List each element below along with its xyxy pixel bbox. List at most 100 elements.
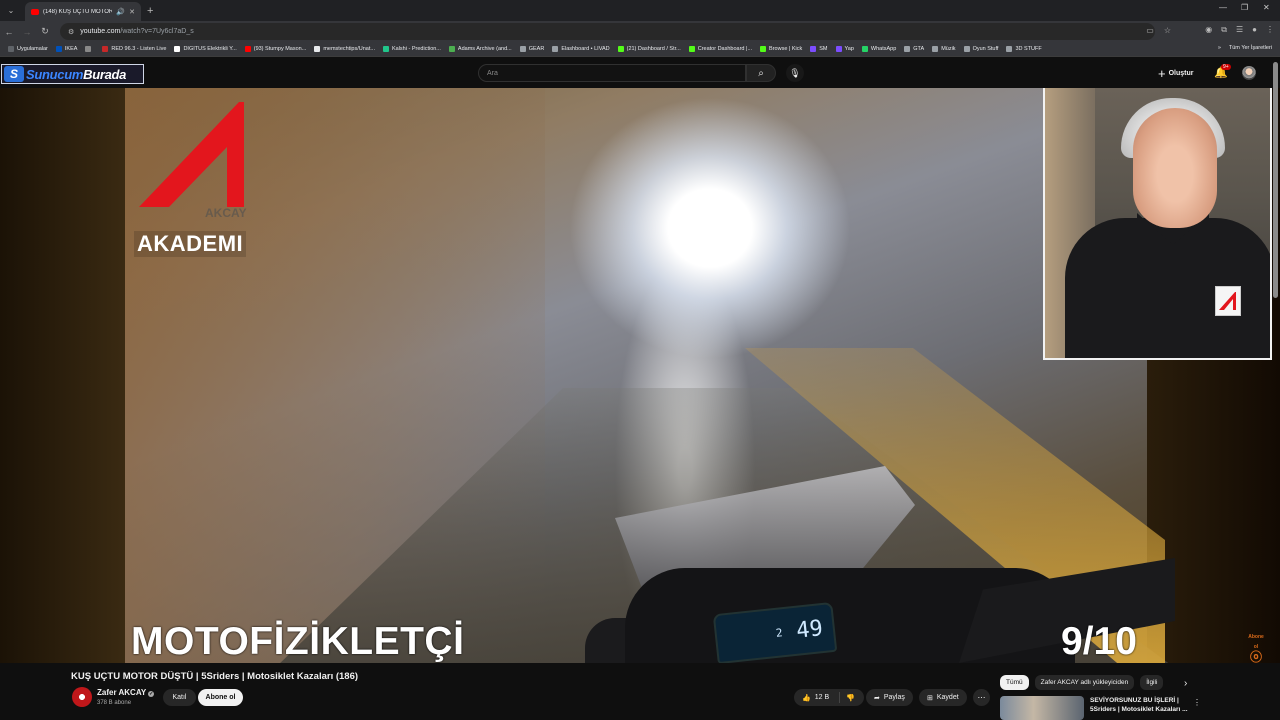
akademi-a-logo-icon — [139, 102, 244, 207]
browser-tab-strip: ⌄ (148) KUŞ UÇTU MOTOR D 🔊 ✕ + — ❐ ✕ — [0, 0, 1280, 21]
channel-brand-logo[interactable]: S SunucumBurada — [1, 64, 144, 84]
bookmark-item[interactable]: Uygulamalar — [8, 46, 48, 52]
bookmark-label: (93) Stumpy Mason... — [253, 46, 307, 52]
restore-icon[interactable]: ❐ — [1241, 3, 1248, 12]
forward-icon[interactable]: → — [18, 27, 36, 37]
subscribe-button[interactable]: Abone ol — [198, 689, 243, 706]
bookmark-item[interactable]: 3D STUFF — [1006, 46, 1042, 52]
bookmark-item[interactable]: Creator Dashboard |... — [688, 46, 753, 52]
subscribe-watermark-text: Abone ol — [1248, 634, 1264, 650]
chrome-menu-icon[interactable]: ⋮ — [1266, 25, 1274, 35]
cast-icon[interactable]: ▭ — [1146, 26, 1154, 35]
audio-playing-icon[interactable]: 🔊 — [116, 8, 125, 16]
create-button[interactable]: + Oluştur — [1158, 66, 1193, 81]
presenter-face — [1133, 108, 1217, 228]
all-bookmarks-folder[interactable]: Tüm Yer İşaretleri — [1229, 45, 1272, 51]
bookmark-item[interactable]: GEAR — [519, 46, 544, 52]
extensions-puzzle-icon[interactable]: ⧉ — [1221, 25, 1227, 35]
channel-name[interactable]: Zafer AKCAY ✓ — [97, 688, 155, 697]
more-actions-icon[interactable]: ⋯ — [973, 689, 990, 706]
bookmark-item[interactable]: Yap — [835, 46, 854, 52]
subscribe-watermark[interactable]: Abone ol ⓞ — [1246, 632, 1266, 663]
voice-search-button[interactable]: 🎙 — [786, 64, 804, 82]
video-player[interactable]: 2 49 AKCAY AKADEMI MOTOFİZİKLETÇİ 9/10 A… — [0, 88, 1280, 663]
bookmark-label: Adams Archive (and... — [457, 46, 512, 52]
dislike-button[interactable]: 👎 — [840, 694, 855, 702]
save-button[interactable]: ⊞ Kaydet — [919, 689, 967, 706]
bookmark-favicon-icon — [617, 46, 624, 52]
bookmark-item[interactable]: RED 96.3 - Listen Live — [102, 46, 166, 52]
bookmark-item[interactable]: SM — [810, 46, 828, 52]
bookmark-favicon-icon — [904, 46, 911, 52]
bookmark-item[interactable]: memstechtips/Unat... — [314, 46, 375, 52]
save-label: Kaydet — [936, 694, 959, 701]
recommended-thumbnail[interactable] — [1000, 696, 1084, 720]
bookmark-label: memstechtips/Unat... — [323, 46, 375, 52]
youtube-favicon-icon — [31, 8, 39, 15]
channel-avatar[interactable] — [72, 687, 92, 707]
bookmark-item[interactable]: Müzik — [932, 46, 956, 52]
recommended-video[interactable]: SEVİYORSUNUZ BU İŞLERİ | 5Sriders | Moto… — [1000, 696, 1190, 720]
browser-tab-active[interactable]: (148) KUŞ UÇTU MOTOR D 🔊 ✕ — [25, 2, 141, 21]
search-placeholder: Ara — [487, 69, 498, 77]
chip-from-uploader[interactable]: Zafer AKCAY adlı yükleyiciden — [1034, 675, 1135, 690]
new-tab-button[interactable]: + — [147, 5, 153, 17]
tab-title: (148) KUŞ UÇTU MOTOR D — [43, 8, 113, 15]
bookmark-favicon-icon — [963, 46, 970, 52]
bookmark-label: Yap — [844, 46, 854, 52]
chip-all[interactable]: Tümü — [1000, 675, 1029, 690]
minimize-icon[interactable]: — — [1219, 3, 1227, 12]
thumbs-up-icon: 👍 — [802, 694, 811, 702]
search-input[interactable]: Ara — [478, 64, 746, 82]
bookmark-label: Creator Dashboard |... — [697, 46, 753, 52]
join-button[interactable]: Katıl — [163, 689, 196, 706]
chip-related[interactable]: İlgili — [1140, 675, 1164, 690]
bookmark-item[interactable] — [85, 46, 94, 52]
profile-icon[interactable]: ● — [1252, 25, 1257, 35]
video-frame[interactable]: 2 49 AKCAY AKADEMI MOTOFİZİKLETÇİ 9/10 — [125, 88, 1272, 663]
close-tab-icon[interactable]: ✕ — [129, 8, 135, 16]
site-info-icon[interactable]: ⚙ — [68, 28, 74, 36]
bookmark-item[interactable]: IKEA — [55, 46, 77, 52]
back-icon[interactable]: ← — [0, 27, 18, 37]
bookmark-star-icon[interactable]: ☆ — [1164, 26, 1171, 35]
bookmark-label: DIGITUS Elektrikli Y... — [183, 46, 237, 52]
bookmark-favicon-icon — [314, 46, 321, 52]
bookmark-item[interactable]: (93) Stumpy Mason... — [244, 46, 307, 52]
extension-icon[interactable]: ◉ — [1205, 25, 1212, 35]
bookmark-item[interactable]: Elashboard • LIVAD — [552, 46, 610, 52]
bookmark-item[interactable]: DIGITUS Elektrikli Y... — [174, 46, 237, 52]
close-window-icon[interactable]: ✕ — [1263, 3, 1270, 12]
url-path: /watch?v=7Uy6cl7aD_s — [120, 28, 194, 35]
tab-search-icon[interactable]: ⌄ — [3, 3, 19, 19]
address-bar[interactable]: ⚙ youtube.com/watch?v=7Uy6cl7aD_s ▭ ☆ — [60, 23, 1171, 40]
bookmark-favicon-icon — [835, 46, 842, 52]
reading-list-icon[interactable]: ☰ — [1236, 25, 1243, 35]
chevron-right-icon[interactable]: › — [1184, 678, 1187, 689]
bookmarks-overflow-icon[interactable]: » — [1218, 45, 1221, 51]
speed-readout: 49 — [795, 615, 825, 644]
bookmark-favicon-icon — [244, 46, 251, 52]
channel-name-text: Zafer AKCAY — [97, 688, 147, 697]
account-avatar[interactable] — [1242, 66, 1256, 80]
like-button[interactable]: 👍 12 B — [794, 692, 840, 703]
bookmark-favicon-icon — [448, 46, 455, 52]
share-button[interactable]: ➦ Paylaş — [866, 689, 913, 706]
reload-icon[interactable]: ↻ — [36, 26, 54, 37]
bookmark-item[interactable]: Oyun Stuff — [963, 46, 998, 52]
video-caption-left: MOTOFİZİKLETÇİ — [131, 620, 465, 663]
bookmark-item[interactable]: WhatsApp — [861, 46, 896, 52]
bookmark-item[interactable]: (21) Dashboard / Str... — [617, 46, 681, 52]
search-icon: ⌕ — [758, 67, 764, 79]
bookmark-item[interactable]: GTA — [904, 46, 924, 52]
bookmark-item[interactable]: Adams Archive (and... — [448, 46, 512, 52]
bookmark-item[interactable]: Browse | Kick — [760, 46, 802, 52]
search-button[interactable]: ⌕ — [746, 64, 776, 82]
bookmark-label: GTA — [913, 46, 925, 52]
recommended-title[interactable]: SEVİYORSUNUZ BU İŞLERİ | 5Sriders | Moto… — [1090, 696, 1190, 720]
bookmark-item[interactable]: Kalshi - Prediction... — [382, 46, 441, 52]
page-scrollbar[interactable] — [1273, 62, 1278, 298]
video-caption-rating: 9/10 — [1061, 620, 1137, 663]
recommended-more-icon[interactable]: ⋮ — [1193, 698, 1201, 707]
create-label: Oluştur — [1168, 70, 1194, 77]
